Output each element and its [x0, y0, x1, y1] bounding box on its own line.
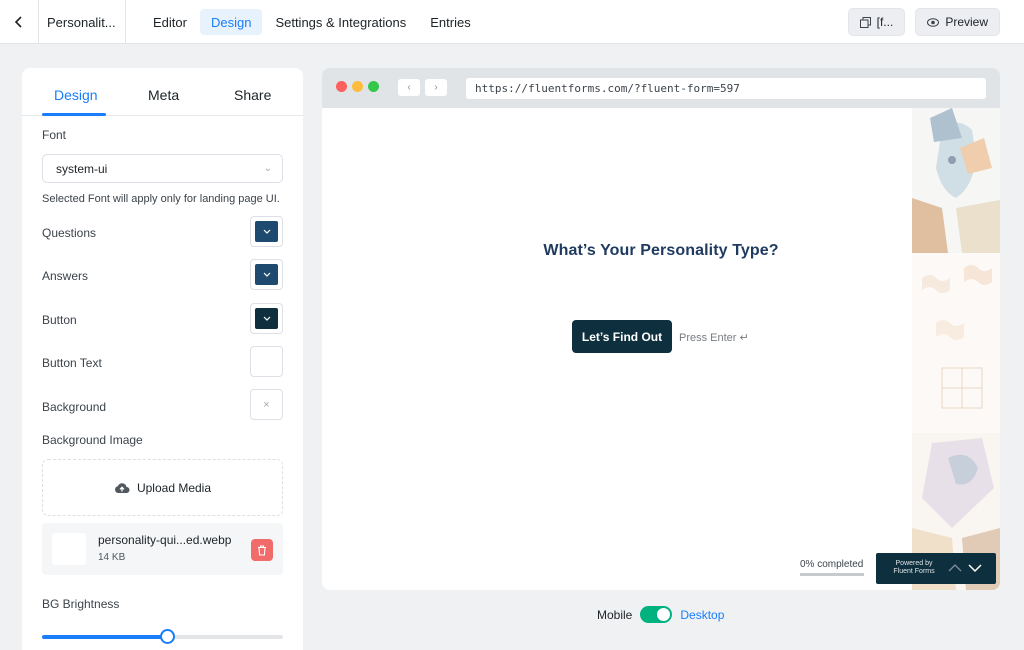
- panel-tab-design[interactable]: Design: [54, 87, 98, 103]
- button-color-picker[interactable]: [250, 303, 283, 334]
- cloud-upload-icon: [115, 482, 130, 493]
- font-hint: Selected Font will apply only for landin…: [42, 193, 280, 205]
- form-navigation: [946, 559, 984, 582]
- progress-text: 0% completed: [800, 559, 864, 570]
- top-bar: Personalit... Editor Design Settings & I…: [0, 0, 1024, 44]
- desktop-label[interactable]: Desktop: [680, 608, 724, 622]
- design-panel: Design Meta Share Font system-ui ⌄ Selec…: [22, 68, 303, 650]
- chevron-right-icon: ›: [434, 82, 438, 93]
- device-mode-toggle: Mobile Desktop: [597, 606, 724, 623]
- browser-forward-button[interactable]: ›: [425, 79, 447, 96]
- tab-entries[interactable]: Entries: [419, 9, 481, 35]
- uploaded-file: personality-qui...ed.webp 14 KB: [42, 523, 283, 575]
- shortcode-label: [f...: [876, 15, 894, 29]
- url-bar[interactable]: https://fluentforms.com/?fluent-form=597: [466, 78, 986, 99]
- chevron-down-icon: [263, 272, 270, 277]
- panel-tab-meta[interactable]: Meta: [148, 87, 179, 103]
- press-enter-hint: Press Enter ↵: [679, 332, 749, 344]
- preview-browser: ‹ › https://fluentforms.com/?fluent-form…: [322, 68, 1000, 590]
- powered-by-line2: Fluent Forms: [893, 568, 935, 575]
- panel-tabs: Design Meta Share: [22, 68, 303, 116]
- file-size: 14 KB: [98, 552, 126, 563]
- previous-question-button[interactable]: [946, 559, 964, 582]
- bg-brightness-slider[interactable]: [42, 629, 283, 644]
- browser-chrome: ‹ › https://fluentforms.com/?fluent-form…: [322, 68, 1000, 108]
- answers-color-picker[interactable]: [250, 259, 283, 290]
- preview-label: Preview: [945, 15, 988, 29]
- toggle-knob: [657, 608, 671, 621]
- chevron-left-icon: [14, 16, 22, 28]
- slider-thumb[interactable]: [160, 629, 176, 644]
- button-text-color-label: Button Text: [42, 356, 102, 370]
- button-text-color-swatch: [255, 351, 278, 372]
- font-label: Font: [42, 128, 67, 142]
- form-question-title: What’s Your Personality Type?: [543, 242, 779, 259]
- tab-editor[interactable]: Editor: [142, 9, 198, 35]
- active-tab-indicator: [42, 113, 106, 116]
- close-dot-icon: [336, 81, 347, 92]
- chevron-down-icon: ⌄: [263, 163, 272, 174]
- chevron-down-icon: [263, 229, 270, 234]
- lets-find-out-button[interactable]: Let’s Find Out: [572, 320, 672, 353]
- panel-tab-share[interactable]: Share: [234, 87, 271, 103]
- background-color-picker[interactable]: ×: [250, 389, 283, 420]
- eye-icon: [927, 17, 940, 27]
- questions-color-swatch: [255, 221, 278, 242]
- slider-fill: [42, 635, 168, 639]
- next-question-button[interactable]: [966, 559, 984, 582]
- minimize-dot-icon: [352, 81, 363, 92]
- device-toggle-switch[interactable]: [640, 606, 673, 623]
- shortcode-button[interactable]: [f...: [847, 8, 906, 36]
- chevron-down-icon: [263, 316, 270, 321]
- button-text-color-picker[interactable]: [250, 346, 283, 377]
- chevron-up-icon: [948, 564, 962, 572]
- background-artwork-image: [912, 108, 1000, 590]
- font-select[interactable]: system-ui ⌄: [42, 154, 283, 183]
- form-name[interactable]: Personalit...: [38, 0, 126, 44]
- copy-icon: [859, 16, 871, 28]
- progress-indicator: 0% completed: [790, 554, 867, 584]
- preview-button[interactable]: Preview: [915, 8, 1000, 36]
- button-color-label: Button: [42, 313, 77, 327]
- button-color-swatch: [255, 308, 278, 329]
- upload-media-button[interactable]: Upload Media: [42, 459, 283, 516]
- background-image-label: Background Image: [42, 433, 143, 447]
- upload-media-label: Upload Media: [136, 480, 212, 495]
- tab-design[interactable]: Design: [199, 9, 263, 35]
- background-color-label: Background: [42, 400, 107, 414]
- answers-color-label: Answers: [42, 269, 89, 283]
- maximize-dot-icon: [368, 81, 379, 92]
- back-button[interactable]: [0, 0, 38, 44]
- close-icon: ×: [263, 398, 270, 411]
- file-name: personality-qui...ed.webp: [98, 533, 232, 547]
- tab-settings-integrations[interactable]: Settings & Integrations: [264, 9, 417, 35]
- progress-bar: [800, 573, 864, 576]
- delete-file-button[interactable]: [251, 539, 273, 561]
- powered-by-line1: Powered by: [895, 560, 933, 567]
- chevron-left-icon: ‹: [407, 82, 411, 93]
- powered-by-text: Powered by Fluent Forms: [888, 560, 940, 576]
- questions-color-label: Questions: [42, 226, 97, 240]
- trash-icon: [258, 544, 266, 556]
- file-thumbnail: [52, 533, 86, 565]
- top-actions: [f... Preview: [847, 8, 1000, 36]
- mobile-label[interactable]: Mobile: [597, 608, 632, 622]
- powered-by-badge: Powered by Fluent Forms: [876, 553, 996, 584]
- main-nav: Editor Design Settings & Integrations En…: [142, 9, 482, 35]
- font-value: system-ui: [56, 161, 108, 176]
- answers-color-swatch: [255, 264, 278, 285]
- bg-brightness-label: BG Brightness: [42, 597, 120, 611]
- browser-back-button[interactable]: ‹: [398, 79, 420, 96]
- questions-color-picker[interactable]: [250, 216, 283, 247]
- chevron-down-icon: [968, 564, 982, 573]
- form-preview-page: What’s Your Personality Type? Let’s Find…: [322, 108, 1000, 590]
